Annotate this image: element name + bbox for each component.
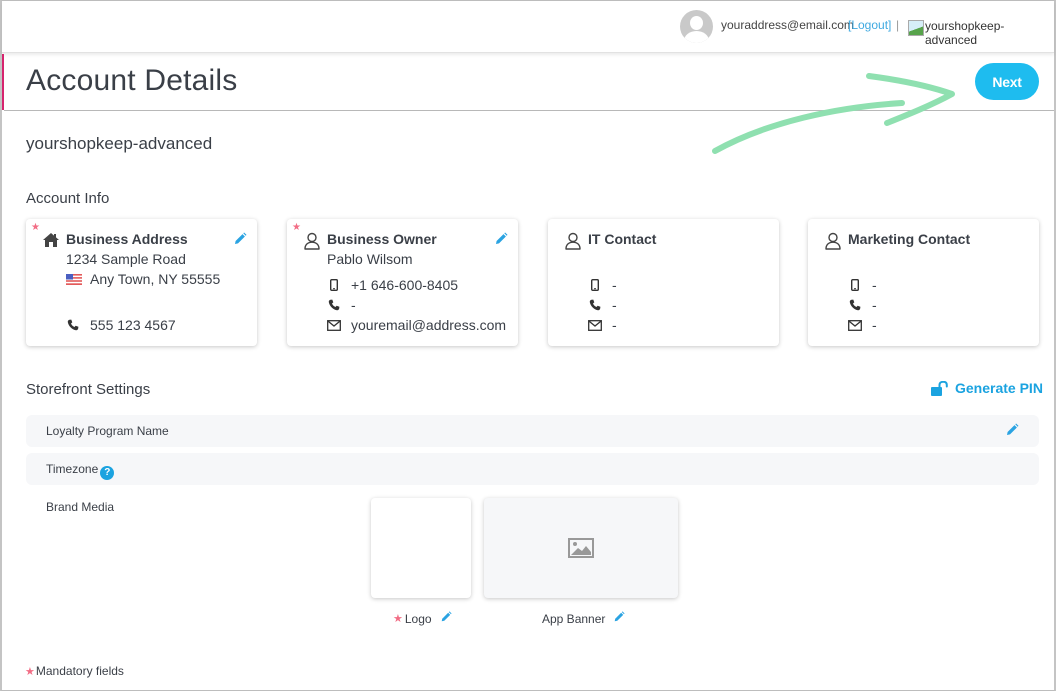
phone-icon [848, 298, 862, 312]
timezone-label: Timezone [46, 462, 99, 476]
annotation-arrow-icon [712, 73, 955, 154]
active-accent-bar [2, 54, 4, 110]
pencil-icon[interactable] [233, 232, 247, 246]
address-line-1: 1234 Sample Road [66, 251, 186, 267]
top-bar: youraddress@email.com [Logout] | yoursho… [2, 1, 1054, 53]
envelope-icon [327, 318, 341, 332]
email-value: youremail@address.com [351, 317, 507, 333]
owner-name: Pablo Wilsom [327, 251, 413, 267]
timezone-label-group: Timezone? [46, 462, 115, 480]
generate-pin-button[interactable]: Generate PIN [931, 380, 1043, 396]
phone-icon [66, 318, 80, 332]
next-button[interactable]: Next [975, 63, 1039, 100]
phone-value: 555 123 4567 [90, 317, 176, 333]
mobile-value: - [872, 277, 877, 293]
pencil-icon[interactable] [494, 232, 508, 246]
card-title: Business Owner [327, 231, 437, 247]
pencil-icon[interactable] [613, 611, 625, 626]
mandatory-fields-note: ★Mandatory fields [25, 664, 124, 678]
shop-subtitle: yourshopkeep-advanced [26, 134, 213, 153]
help-icon[interactable]: ? [100, 465, 115, 480]
timezone-row[interactable]: Timezone? [26, 453, 1039, 485]
mobile-value: - [612, 277, 617, 293]
user-icon [824, 232, 842, 250]
logout-link[interactable]: [Logout] [848, 18, 891, 32]
app-window: youraddress@email.com [Logout] | yoursho… [0, 0, 1056, 691]
generate-pin-label: Generate PIN [955, 380, 1043, 396]
page-title: Account Details [26, 64, 238, 97]
avatar-icon[interactable] [680, 10, 713, 43]
email-row: - [848, 317, 877, 333]
shop-logo-broken-image-icon [908, 20, 924, 36]
required-star-icon: ★ [292, 222, 301, 233]
required-star-icon: ★ [393, 613, 403, 625]
card-title: Business Address [66, 231, 188, 247]
phone-value: - [351, 297, 356, 313]
loyalty-program-row[interactable]: Loyalty Program Name [26, 415, 1039, 447]
mobile-row: - [588, 277, 617, 293]
email-value: - [612, 317, 617, 333]
required-star-icon: ★ [25, 666, 35, 678]
mobile-icon [848, 278, 862, 292]
app-banner-upload-box[interactable] [484, 498, 678, 598]
brand-media-label: Brand Media [46, 500, 115, 514]
mobile-row: +1 646-600-8405 [327, 277, 458, 293]
envelope-icon [588, 318, 602, 332]
user-icon [303, 232, 321, 250]
top-separator: | [896, 18, 900, 32]
user-email: youraddress@email.com [721, 18, 854, 32]
it-contact-card: IT Contact - - - [548, 219, 779, 346]
header-divider [4, 110, 1054, 111]
phone-icon [588, 298, 602, 312]
mobile-value: +1 646-600-8405 [351, 277, 459, 293]
logo-upload-box[interactable] [371, 498, 471, 598]
user-icon [564, 232, 582, 250]
envelope-icon [848, 318, 862, 332]
address-line-2: Any Town, NY 55555 [90, 271, 221, 287]
business-address-card: ★ Business Address 1234 Sample Road Any … [26, 219, 257, 346]
email-row: - [588, 317, 617, 333]
loyalty-program-label: Loyalty Program Name [46, 424, 169, 438]
card-title: IT Contact [588, 231, 657, 247]
logo-caption: ★ Logo [393, 611, 452, 626]
business-owner-card: ★ Business Owner Pablo Wilsom +1 646-600… [287, 219, 518, 346]
pencil-icon[interactable] [1005, 423, 1019, 442]
mobile-icon [327, 278, 341, 292]
phone-value: - [872, 297, 877, 313]
marketing-contact-card: Marketing Contact - - - [808, 219, 1039, 346]
address-line-2-row: Any Town, NY 55555 [66, 271, 220, 287]
phone-row: - [848, 297, 877, 313]
mandatory-fields-label: Mandatory fields [35, 664, 124, 678]
pencil-icon[interactable] [440, 611, 452, 626]
home-icon [42, 232, 60, 250]
unlock-icon [931, 380, 948, 396]
image-placeholder-icon [568, 538, 594, 558]
shop-name: yourshopkeep-advanced [925, 19, 1005, 47]
account-info-title: Account Info [26, 190, 110, 207]
phone-icon [327, 298, 341, 312]
phone-row: - [327, 297, 356, 313]
storefront-settings-title: Storefront Settings [26, 381, 151, 398]
mobile-icon [588, 278, 602, 292]
logo-caption-label: Logo [404, 611, 432, 626]
email-row: youremail@address.com [327, 317, 506, 333]
phone-value: - [612, 297, 617, 313]
mobile-row: - [848, 277, 877, 293]
app-banner-caption: App Banner [542, 611, 625, 626]
phone-row: 555 123 4567 [66, 317, 176, 333]
us-flag-icon [66, 272, 82, 286]
required-star-icon: ★ [31, 222, 40, 233]
email-value: - [872, 317, 877, 333]
app-banner-caption-label: App Banner [542, 611, 606, 626]
card-title: Marketing Contact [848, 231, 971, 247]
phone-row: - [588, 297, 617, 313]
